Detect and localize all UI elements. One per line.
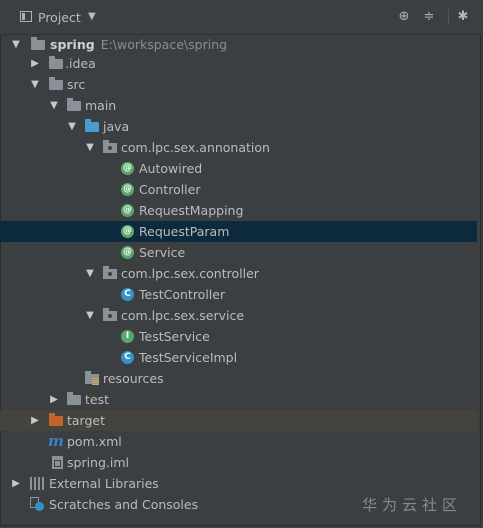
folder-icon: [67, 392, 81, 405]
watermark: 华为云社区: [362, 496, 463, 514]
tree-item-label: spring E:\workspace\spring: [50, 34, 227, 55]
tree-item-label: target: [67, 413, 106, 428]
module-folder-icon: [31, 37, 45, 50]
chevron-down-icon[interactable]: ▼: [88, 11, 96, 22]
tree-item-requestparam[interactable]: RequestParam: [0, 221, 477, 242]
tree-item-label: java: [103, 119, 130, 134]
tree-item-label: RequestParam: [139, 224, 230, 239]
collapsed-arrow-icon[interactable]: ▶: [30, 53, 40, 74]
expanded-arrow-icon[interactable]: ▼: [85, 137, 95, 158]
project-view-icon: [20, 11, 32, 22]
tree-item-test[interactable]: ▶ test: [0, 389, 477, 410]
tree-item-label: .idea: [65, 56, 96, 71]
tree-item-label: Service: [139, 245, 186, 260]
tree-item-java[interactable]: ▼ java: [0, 116, 477, 137]
tree-item-label: com.lpc.sex.controller: [121, 266, 259, 281]
tree-item-label: pom.xml: [67, 434, 122, 449]
tree-item-pom[interactable]: m pom.xml: [0, 431, 477, 452]
annotation-icon: [121, 204, 134, 217]
tree-item-iml[interactable]: spring.iml: [0, 452, 477, 473]
source-folder-icon: [85, 119, 99, 132]
tree-item-testserviceimpl[interactable]: TestServiceImpl: [0, 347, 477, 368]
expanded-arrow-icon[interactable]: ▼: [11, 34, 21, 55]
tree-item-spring[interactable]: ▼ spring E:\workspace\spring: [0, 34, 477, 55]
expanded-arrow-icon[interactable]: ▼: [49, 95, 59, 116]
class-icon: [121, 351, 134, 364]
excluded-folder-icon: [49, 413, 63, 426]
library-icon: [30, 477, 46, 490]
module-path: E:\workspace\spring: [100, 37, 228, 52]
collapsed-arrow-icon[interactable]: ▶: [49, 389, 59, 410]
collapsed-arrow-icon[interactable]: ▶: [11, 473, 21, 494]
interface-icon: [121, 330, 134, 343]
tree-item-autowired[interactable]: Autowired: [0, 158, 477, 179]
tree-item-service[interactable]: Service: [0, 242, 477, 263]
project-toolbar: Project ▼ ⊕ ≑ ✱: [0, 0, 483, 35]
tree-item-label: RequestMapping: [139, 203, 244, 218]
toolbar-separator: [448, 9, 449, 25]
package-icon: [103, 266, 117, 279]
tree-item-controller[interactable]: Controller: [0, 179, 477, 200]
tree-item-resources[interactable]: resources: [0, 368, 477, 389]
locate-icon[interactable]: ⊕: [396, 9, 412, 25]
tree-item-label: External Libraries: [49, 476, 159, 491]
tree-item-label: TestService: [139, 329, 210, 344]
tree-item-requestmapping[interactable]: RequestMapping: [0, 200, 477, 221]
tree-item-label: test: [85, 392, 110, 407]
resources-folder-icon: [85, 371, 99, 385]
tree-item-src[interactable]: ▼ src: [0, 74, 477, 95]
expanded-arrow-icon[interactable]: ▼: [85, 305, 95, 326]
tree-item-package-annotation[interactable]: ▼ com.lpc.sex.annonation: [0, 137, 477, 158]
folder-icon: [49, 77, 63, 90]
class-icon: [121, 288, 134, 301]
tree-item-label: Autowired: [139, 161, 203, 176]
tree-item-external-libraries[interactable]: ▶ External Libraries: [0, 473, 477, 494]
tree-item-text: idea: [68, 56, 96, 71]
scratches-icon: [30, 497, 45, 512]
annotation-icon: [121, 183, 134, 196]
module-file-icon: [52, 456, 63, 469]
expanded-arrow-icon[interactable]: ▼: [30, 74, 40, 95]
tree-item-label: TestController: [139, 287, 226, 302]
package-icon: [103, 140, 117, 153]
gear-icon[interactable]: ✱: [455, 9, 471, 25]
module-name: spring: [50, 37, 95, 52]
folder-icon: [49, 56, 63, 69]
tree-item-idea[interactable]: ▶ .idea: [0, 53, 477, 74]
package-icon: [103, 308, 117, 321]
tree-item-label: spring.iml: [67, 455, 130, 470]
tree-item-label: com.lpc.sex.annonation: [121, 140, 270, 155]
annotation-icon: [121, 162, 134, 175]
tree-item-label: Controller: [139, 182, 201, 197]
tree-item-label: Scratches and Consoles: [49, 497, 199, 512]
tree-item-package-service[interactable]: ▼ com.lpc.sex.service: [0, 305, 477, 326]
annotation-icon: [121, 246, 134, 259]
tree-item-main[interactable]: ▼ main: [0, 95, 477, 116]
tree-item-testcontroller[interactable]: TestController: [0, 284, 477, 305]
expanded-arrow-icon[interactable]: ▼: [67, 116, 77, 137]
expanded-arrow-icon[interactable]: ▼: [85, 263, 95, 284]
tree-item-label: main: [85, 98, 117, 113]
collapsed-arrow-icon[interactable]: ▶: [30, 410, 40, 431]
project-view-title[interactable]: Project: [38, 10, 81, 25]
tree-item-package-controller[interactable]: ▼ com.lpc.sex.controller: [0, 263, 477, 284]
tree-item-label: com.lpc.sex.service: [121, 308, 245, 323]
maven-icon: m: [48, 432, 64, 450]
tree-item-label: TestServiceImpl: [139, 350, 238, 365]
collapse-all-icon[interactable]: ≑: [421, 9, 437, 25]
tree-item-testservice[interactable]: TestService: [0, 326, 477, 347]
annotation-icon: [121, 225, 134, 238]
tree-item-label: src: [67, 77, 86, 92]
tree-item-target[interactable]: ▶ target: [0, 410, 477, 431]
folder-icon: [67, 98, 81, 111]
tree-item-label: resources: [103, 371, 164, 386]
